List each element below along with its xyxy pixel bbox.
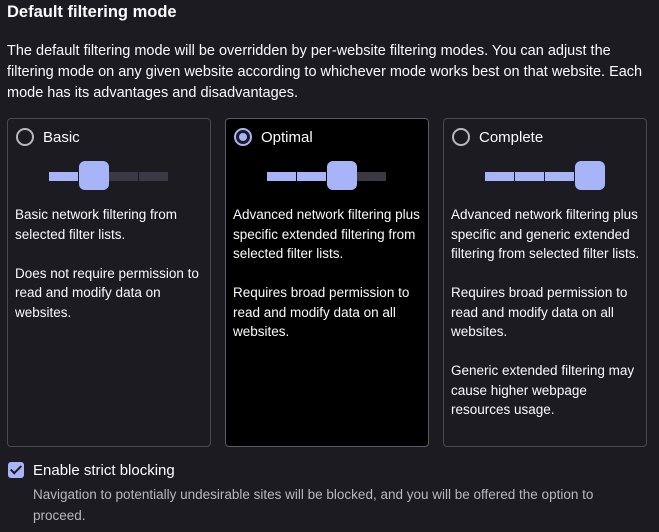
mode-description-complete: Advanced network filtering plus specific… [451, 205, 643, 439]
mode-card-basic[interactable]: Basic Basic network filtering from selec… [7, 118, 211, 447]
mode-label-complete: Complete [479, 129, 544, 146]
mode-description-basic: Basic network filtering from selected fi… [15, 205, 207, 342]
level-segment [357, 172, 386, 181]
level-segment [485, 172, 514, 181]
strict-blocking-checkbox[interactable] [8, 462, 24, 478]
mode-paragraph: Requires broad permission to read and mo… [451, 285, 628, 339]
section-description: The default filtering mode will be overr… [7, 43, 643, 101]
level-segment [545, 172, 574, 181]
mode-label-optimal: Optimal [261, 129, 313, 146]
mode-label-basic: Basic [43, 129, 80, 146]
level-segment [267, 172, 296, 181]
level-indicator-optimal [267, 161, 389, 191]
strict-blocking-label[interactable]: Enable strict blocking [33, 461, 175, 480]
mode-paragraph: Requires broad permission to read and mo… [233, 285, 410, 339]
radio-complete[interactable] [452, 128, 470, 146]
level-knob [327, 161, 357, 190]
level-knob [575, 161, 605, 190]
radio-basic[interactable] [16, 128, 34, 146]
radio-optimal[interactable] [234, 128, 252, 146]
level-indicator-complete [485, 161, 607, 191]
level-indicator-basic [49, 161, 171, 191]
filtering-mode-options: Basic Basic network filtering from selec… [7, 118, 653, 447]
mode-paragraph: Basic network filtering from selected fi… [15, 207, 178, 242]
filtering-mode-settings: Default filtering mode The default filte… [0, 0, 659, 532]
mode-description-optimal: Advanced network filtering plus specific… [233, 205, 425, 361]
mode-card-complete[interactable]: Complete Advanced network filtering plus… [443, 118, 647, 447]
level-segment [109, 172, 138, 181]
level-knob [79, 161, 109, 190]
level-segment [49, 172, 78, 181]
level-segment [515, 172, 544, 181]
strict-blocking-description: Navigation to potentially undesirable si… [33, 487, 594, 523]
level-segment [297, 172, 326, 181]
mode-paragraph: Does not require permission to read and … [15, 265, 199, 320]
level-segment [139, 172, 168, 181]
mode-paragraph: Advanced network filtering plus specific… [451, 207, 640, 261]
mode-paragraph: Advanced network filtering plus specific… [233, 207, 420, 261]
section-title: Default filtering mode [7, 3, 177, 21]
mode-card-optimal[interactable]: Optimal Advanced network filtering plus … [225, 118, 429, 447]
mode-paragraph: Generic extended filtering may cause hig… [451, 363, 635, 417]
